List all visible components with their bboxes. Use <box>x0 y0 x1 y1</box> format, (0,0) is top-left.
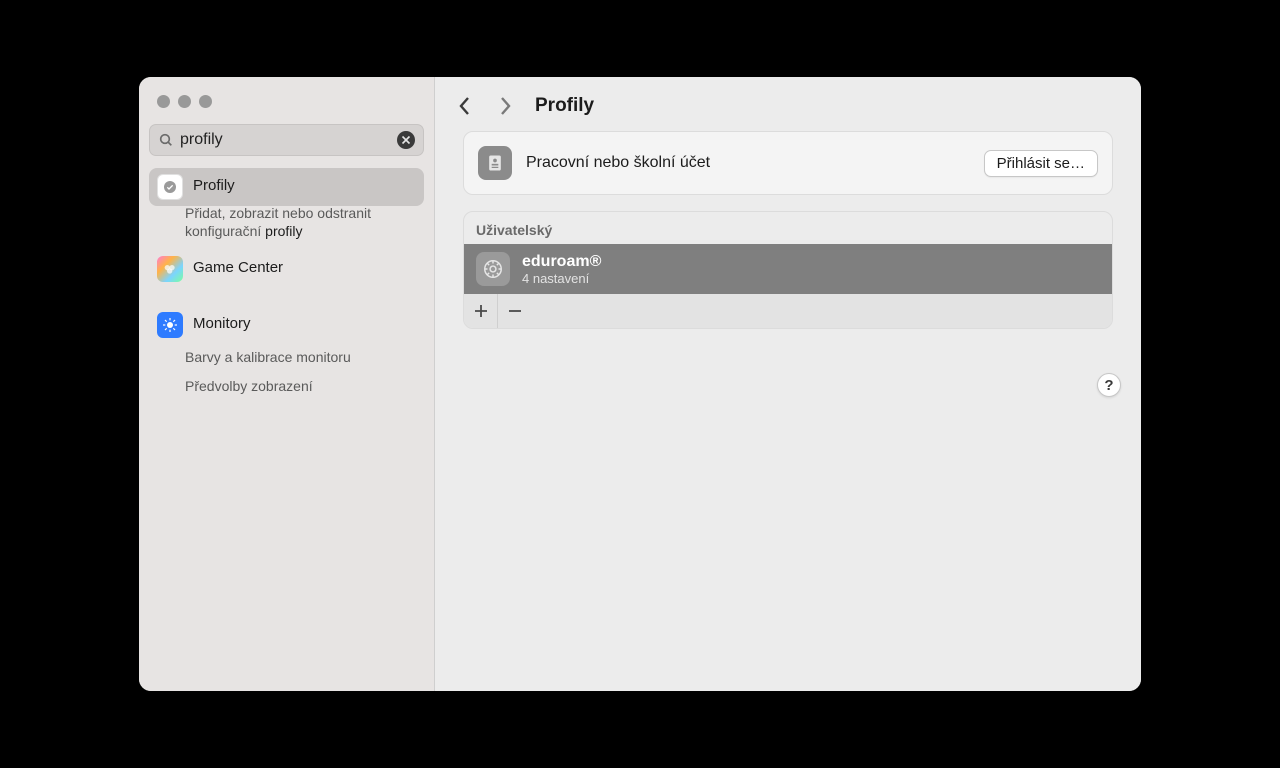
add-profile-button[interactable] <box>464 294 498 328</box>
sign-in-button[interactable]: Přihlásit se… <box>984 150 1098 177</box>
displays-icon <box>157 312 183 338</box>
forward-button[interactable] <box>495 96 515 116</box>
page-title: Profily <box>535 95 594 117</box>
sidebar-item-displays[interactable]: Monitory <box>149 306 424 344</box>
clear-search-button[interactable] <box>397 131 415 149</box>
profile-text: eduroam® 4 nastavení <box>522 253 601 286</box>
search-field[interactable] <box>149 124 424 156</box>
main-content: Pracovní nebo školní účet Přihlásit se… … <box>435 131 1141 329</box>
toolbar: Profily <box>435 77 1141 131</box>
sidebar-item-label: Profily <box>193 174 235 198</box>
sidebar-displays-sub2[interactable]: Předvolby zobrazení <box>149 377 399 395</box>
x-icon <box>401 135 411 145</box>
chevron-left-icon <box>458 96 472 116</box>
gear-icon <box>476 252 510 286</box>
profile-subtitle: 4 nastavení <box>522 271 601 286</box>
settings-window: Profily Přidat, zobrazit nebo odstranit … <box>139 77 1141 691</box>
window-controls <box>139 77 434 120</box>
gamecenter-icon <box>157 256 183 282</box>
sidebar-item-profiles[interactable]: Profily <box>149 168 424 206</box>
sidebar-displays-sub1[interactable]: Barvy a kalibrace monitoru <box>149 348 399 366</box>
close-window-button[interactable] <box>157 95 170 108</box>
chevron-right-icon <box>498 96 512 116</box>
plus-icon <box>474 304 488 318</box>
profiles-footer <box>464 294 1112 328</box>
work-school-account-card: Pracovní nebo školní účet Přihlásit se… <box>463 131 1113 195</box>
profiles-icon <box>157 174 183 200</box>
zoom-window-button[interactable] <box>199 95 212 108</box>
minus-icon <box>508 304 522 318</box>
sidebar-profiles-description: Přidat, zobrazit nebo odstranit konfigur… <box>149 204 399 240</box>
search-input[interactable] <box>180 131 397 149</box>
sidebar-item-label: Monitory <box>193 312 251 336</box>
sidebar-item-gamecenter[interactable]: Game Center <box>149 250 424 288</box>
user-profiles-section: Uživatelský eduroam® 4 nastavení <box>463 211 1113 329</box>
user-section-header: Uživatelský <box>464 212 1112 244</box>
search-icon <box>158 132 174 148</box>
search-container <box>139 120 434 164</box>
profile-name: eduroam® <box>522 253 601 271</box>
minimize-window-button[interactable] <box>178 95 191 108</box>
profile-row-eduroam[interactable]: eduroam® 4 nastavení <box>464 244 1112 294</box>
sidebar-list: Profily Přidat, zobrazit nebo odstranit … <box>139 164 434 407</box>
sidebar-item-label: Game Center <box>193 256 283 280</box>
sidebar: Profily Přidat, zobrazit nebo odstranit … <box>139 77 435 691</box>
back-button[interactable] <box>455 96 475 116</box>
account-label: Pracovní nebo školní účet <box>526 154 970 172</box>
remove-profile-button[interactable] <box>498 294 532 328</box>
content-pane: Profily Pracovní nebo školní účet Přihlá… <box>435 77 1141 691</box>
help-button[interactable]: ? <box>1097 373 1121 397</box>
account-badge-icon <box>478 146 512 180</box>
